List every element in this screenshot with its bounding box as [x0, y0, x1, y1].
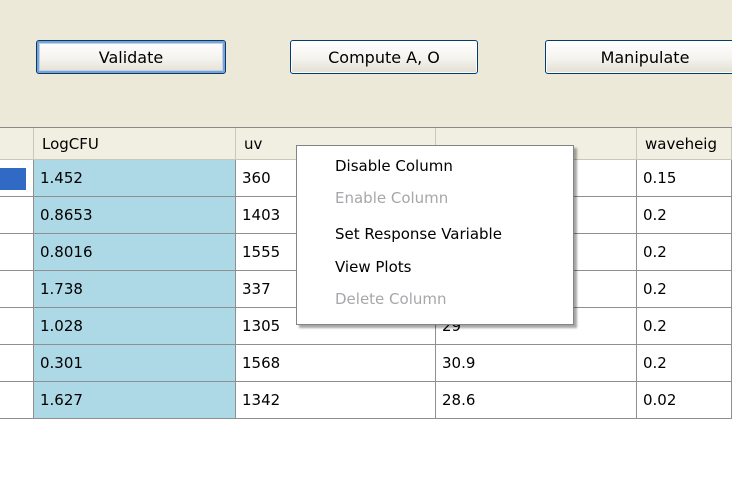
- table-cell[interactable]: 0.301: [34, 345, 236, 382]
- table-cell[interactable]: 30.9: [436, 345, 637, 382]
- menu-item-view-plots[interactable]: View Plots: [335, 255, 411, 279]
- table-cell[interactable]: 0.2: [637, 197, 732, 234]
- column-context-menu: Disable Column Enable Column Set Respons…: [296, 145, 574, 325]
- menu-item-delete-column: Delete Column: [335, 290, 447, 308]
- table-cell[interactable]: 0.2: [637, 234, 732, 271]
- row-header[interactable]: [0, 308, 34, 345]
- table-cell[interactable]: 0.15: [637, 160, 732, 197]
- compute-a-o-button[interactable]: Compute A, O: [290, 40, 478, 74]
- table-cell[interactable]: 1342: [236, 382, 436, 419]
- row-header[interactable]: [0, 234, 34, 271]
- column-header-waveheight[interactable]: waveheig: [637, 128, 732, 160]
- menu-item-disable-column[interactable]: Disable Column: [335, 154, 453, 178]
- table-cell[interactable]: 0.2: [637, 271, 732, 308]
- row-header[interactable]: [0, 382, 34, 419]
- table-cell[interactable]: 1.738: [34, 271, 236, 308]
- validate-button[interactable]: Validate: [36, 40, 226, 74]
- menu-item-set-response-variable[interactable]: Set Response Variable: [335, 222, 502, 246]
- table-cell[interactable]: 1.452: [34, 160, 236, 197]
- table-cell[interactable]: 1568: [236, 345, 436, 382]
- table-cell[interactable]: 0.02: [637, 382, 732, 419]
- current-row-marker: [0, 168, 26, 190]
- manipulate-button[interactable]: Manipulate: [545, 40, 732, 74]
- table-cell[interactable]: 1.627: [34, 382, 236, 419]
- table-cell[interactable]: 0.8653: [34, 197, 236, 234]
- table-cell[interactable]: 1.028: [34, 308, 236, 345]
- row-header[interactable]: [0, 160, 34, 197]
- table-cell[interactable]: 0.2: [637, 308, 732, 345]
- toolbar: Validate Compute A, O Manipulate: [0, 0, 732, 127]
- menu-item-enable-column: Enable Column: [335, 189, 449, 207]
- column-header-logcfu[interactable]: LogCFU: [34, 128, 236, 160]
- table-cell[interactable]: 28.6: [436, 382, 637, 419]
- table-cell[interactable]: 0.8016: [34, 234, 236, 271]
- row-header-corner: [0, 128, 34, 160]
- row-header[interactable]: [0, 345, 34, 382]
- row-header[interactable]: [0, 197, 34, 234]
- table-cell[interactable]: 0.2: [637, 345, 732, 382]
- row-header[interactable]: [0, 271, 34, 308]
